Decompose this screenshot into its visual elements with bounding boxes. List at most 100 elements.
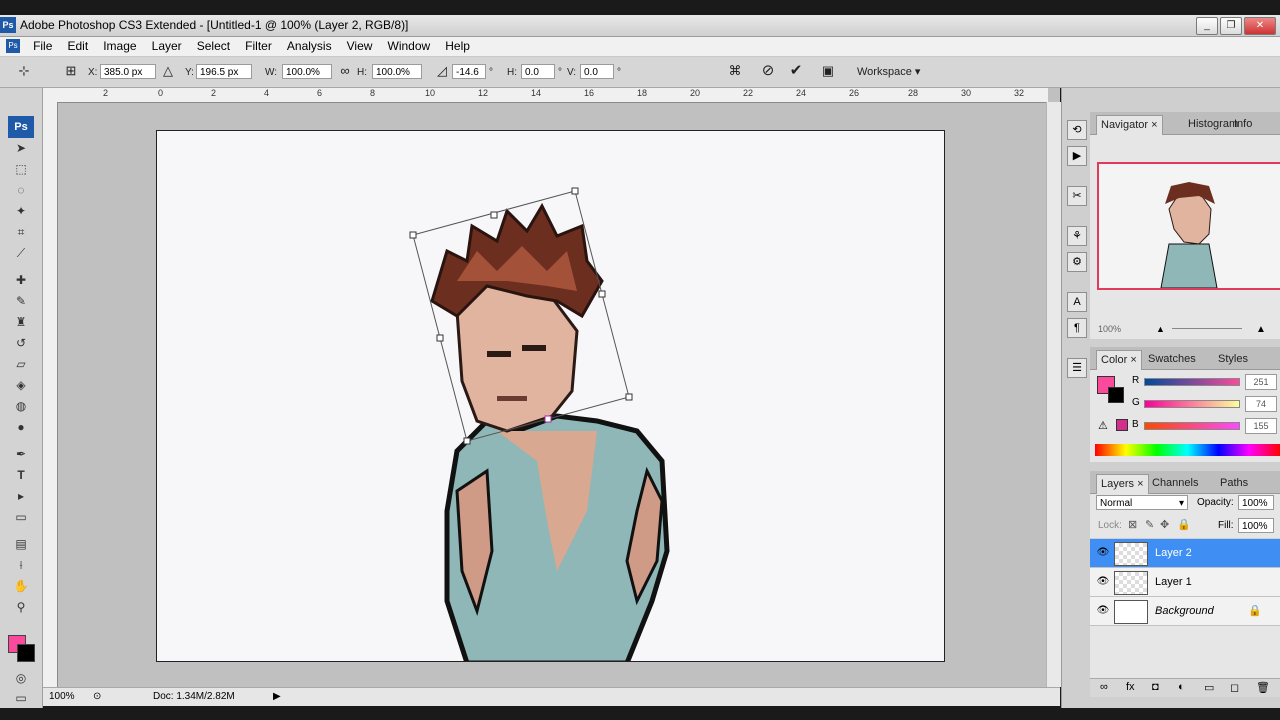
layer-name[interactable]: Layer 1 [1155, 576, 1192, 588]
status-arrow-icon[interactable]: ▶ [273, 691, 281, 702]
close-icon[interactable]: ✕ [1244, 17, 1276, 35]
lock-pixels-icon[interactable]: ✎ [1145, 518, 1154, 531]
dodge-tool-icon[interactable]: ● [12, 419, 30, 435]
blend-mode-select[interactable]: Normal ▾ [1096, 495, 1188, 510]
gamut-warning-icon[interactable]: ⚠ [1098, 419, 1108, 432]
tab-color[interactable]: Color × [1096, 350, 1142, 370]
tab-layers[interactable]: Layers × [1096, 474, 1149, 494]
b-value[interactable]: 155 [1245, 418, 1277, 434]
screen-mode-icon[interactable]: ▭ [12, 690, 30, 706]
opacity-field[interactable]: 100% [1238, 495, 1274, 510]
menu-edit[interactable]: Edit [61, 37, 94, 56]
workspace-dropdown[interactable]: Workspace ▾ [857, 65, 920, 78]
menu-file[interactable]: File [27, 37, 58, 56]
g-value[interactable]: 74 [1245, 396, 1277, 412]
document-canvas[interactable] [156, 130, 945, 662]
tab-info[interactable]: Info [1230, 115, 1256, 134]
layer-name[interactable]: Layer 2 [1155, 547, 1192, 559]
visibility-eye-icon[interactable]: 👁 [1096, 604, 1110, 618]
clone-source-icon[interactable]: ⚙ [1067, 252, 1087, 272]
brushes-icon[interactable]: ⚘ [1067, 226, 1087, 246]
lasso-tool-icon[interactable]: ◌ [12, 182, 30, 198]
shape-tool-icon[interactable]: ▭ [12, 509, 30, 525]
document-icon[interactable]: Ps [6, 39, 20, 53]
zoom-in-icon[interactable]: ▲ [1256, 324, 1266, 335]
status-menu-icon[interactable]: ⊙ [93, 691, 101, 702]
navigator-zoom[interactable]: 100% [1098, 324, 1121, 334]
tab-swatches[interactable]: Swatches [1144, 350, 1200, 369]
brush-tool-icon[interactable]: ✎ [12, 293, 30, 309]
magic-wand-tool-icon[interactable]: ✦ [12, 203, 30, 219]
h-field[interactable]: 100.0% [372, 64, 422, 79]
angle-field[interactable]: -14.6 [452, 64, 486, 79]
type-tool-icon[interactable]: T [12, 467, 30, 483]
layer-mask-icon[interactable]: ◘ [1152, 681, 1159, 693]
navigator-preview[interactable] [1097, 162, 1280, 290]
paragraph-icon[interactable]: ¶ [1067, 318, 1087, 338]
tab-paths[interactable]: Paths [1216, 474, 1252, 493]
menu-view[interactable]: View [341, 37, 379, 56]
warp-icon[interactable]: ⌘ [727, 63, 743, 79]
layer-row-layer-2[interactable]: 👁 Layer 2 [1090, 539, 1280, 568]
link-layers-icon[interactable]: ∞ [1100, 681, 1108, 693]
layer-row-layer-1[interactable]: 👁 Layer 1 [1090, 568, 1280, 597]
blur-tool-icon[interactable]: ◍ [12, 398, 30, 414]
visibility-eye-icon[interactable]: 👁 [1096, 575, 1110, 589]
color-spectrum-bar[interactable] [1095, 444, 1280, 456]
paint-bucket-tool-icon[interactable]: ◈ [12, 377, 30, 393]
fill-field[interactable]: 100% [1238, 518, 1274, 533]
tab-channels[interactable]: Channels [1148, 474, 1202, 493]
commit-transform-icon[interactable]: ✔ [788, 63, 804, 79]
link-icon[interactable]: ∞ [337, 63, 353, 79]
menu-window[interactable]: Window [382, 37, 437, 56]
b-slider[interactable] [1144, 422, 1240, 430]
character-icon[interactable]: A [1067, 292, 1087, 312]
layer-name[interactable]: Background [1155, 605, 1214, 617]
layer-style-icon[interactable]: fx [1126, 681, 1135, 693]
slice-tool-icon[interactable]: ⟋ [12, 245, 30, 261]
y-field[interactable]: 196.5 px [196, 64, 252, 79]
history-brush-tool-icon[interactable]: ↺ [12, 335, 30, 351]
visibility-eye-icon[interactable]: 👁 [1096, 546, 1110, 560]
gamut-swatch[interactable] [1116, 419, 1128, 431]
bridge-icon[interactable]: ▣ [820, 63, 836, 79]
menu-filter[interactable]: Filter [239, 37, 278, 56]
menu-help[interactable]: Help [439, 37, 476, 56]
restore-icon[interactable]: ❐ [1220, 17, 1242, 35]
zoom-out-icon[interactable]: ▲ [1156, 324, 1165, 334]
r-slider[interactable] [1144, 378, 1240, 386]
tool-presets-icon[interactable]: ✂ [1067, 186, 1087, 206]
eyedropper-tool-icon[interactable]: ⟊ [12, 557, 30, 573]
adjustment-layer-icon[interactable]: ◐ [1178, 681, 1185, 693]
path-selection-tool-icon[interactable]: ▸ [12, 488, 30, 504]
vskew-field[interactable]: 0.0 [580, 64, 614, 79]
lock-position-icon[interactable]: ✥ [1160, 518, 1169, 531]
transform-tool-icon[interactable]: ⊹ [16, 63, 32, 79]
eraser-tool-icon[interactable]: ▱ [12, 356, 30, 372]
background-color-swatch[interactable] [17, 644, 35, 662]
menu-analysis[interactable]: Analysis [281, 37, 338, 56]
tab-styles[interactable]: Styles [1214, 350, 1252, 369]
layer-comps-icon[interactable]: ☰ [1067, 358, 1087, 378]
marquee-tool-icon[interactable]: ⬚ [12, 161, 30, 177]
w-field[interactable]: 100.0% [282, 64, 332, 79]
notes-tool-icon[interactable]: ▤ [12, 536, 30, 552]
pen-tool-icon[interactable]: ✒ [12, 446, 30, 462]
r-value[interactable]: 251 [1245, 374, 1277, 390]
tab-navigator[interactable]: Navigator × [1096, 115, 1163, 135]
stamp-tool-icon[interactable]: ♜ [12, 314, 30, 330]
crop-tool-icon[interactable]: ⌗ [12, 224, 30, 240]
layer-row-background[interactable]: 👁 Background 🔒 [1090, 597, 1280, 626]
minimize-icon[interactable]: _ [1196, 17, 1218, 35]
new-layer-icon[interactable]: ◻ [1230, 681, 1239, 694]
hskew-field[interactable]: 0.0 [521, 64, 555, 79]
x-field[interactable]: 385.0 px [100, 64, 156, 79]
lock-all-icon[interactable]: 🔒 [1177, 518, 1191, 531]
color-background-swatch[interactable] [1108, 387, 1124, 403]
menu-image[interactable]: Image [97, 37, 142, 56]
cancel-transform-icon[interactable]: ⊘ [760, 63, 776, 79]
quick-mask-icon[interactable]: ◎ [12, 670, 30, 686]
zoom-level[interactable]: 100% [49, 691, 75, 702]
lock-transparency-icon[interactable]: ⊠ [1128, 518, 1137, 531]
vertical-scrollbar[interactable] [1046, 102, 1061, 687]
